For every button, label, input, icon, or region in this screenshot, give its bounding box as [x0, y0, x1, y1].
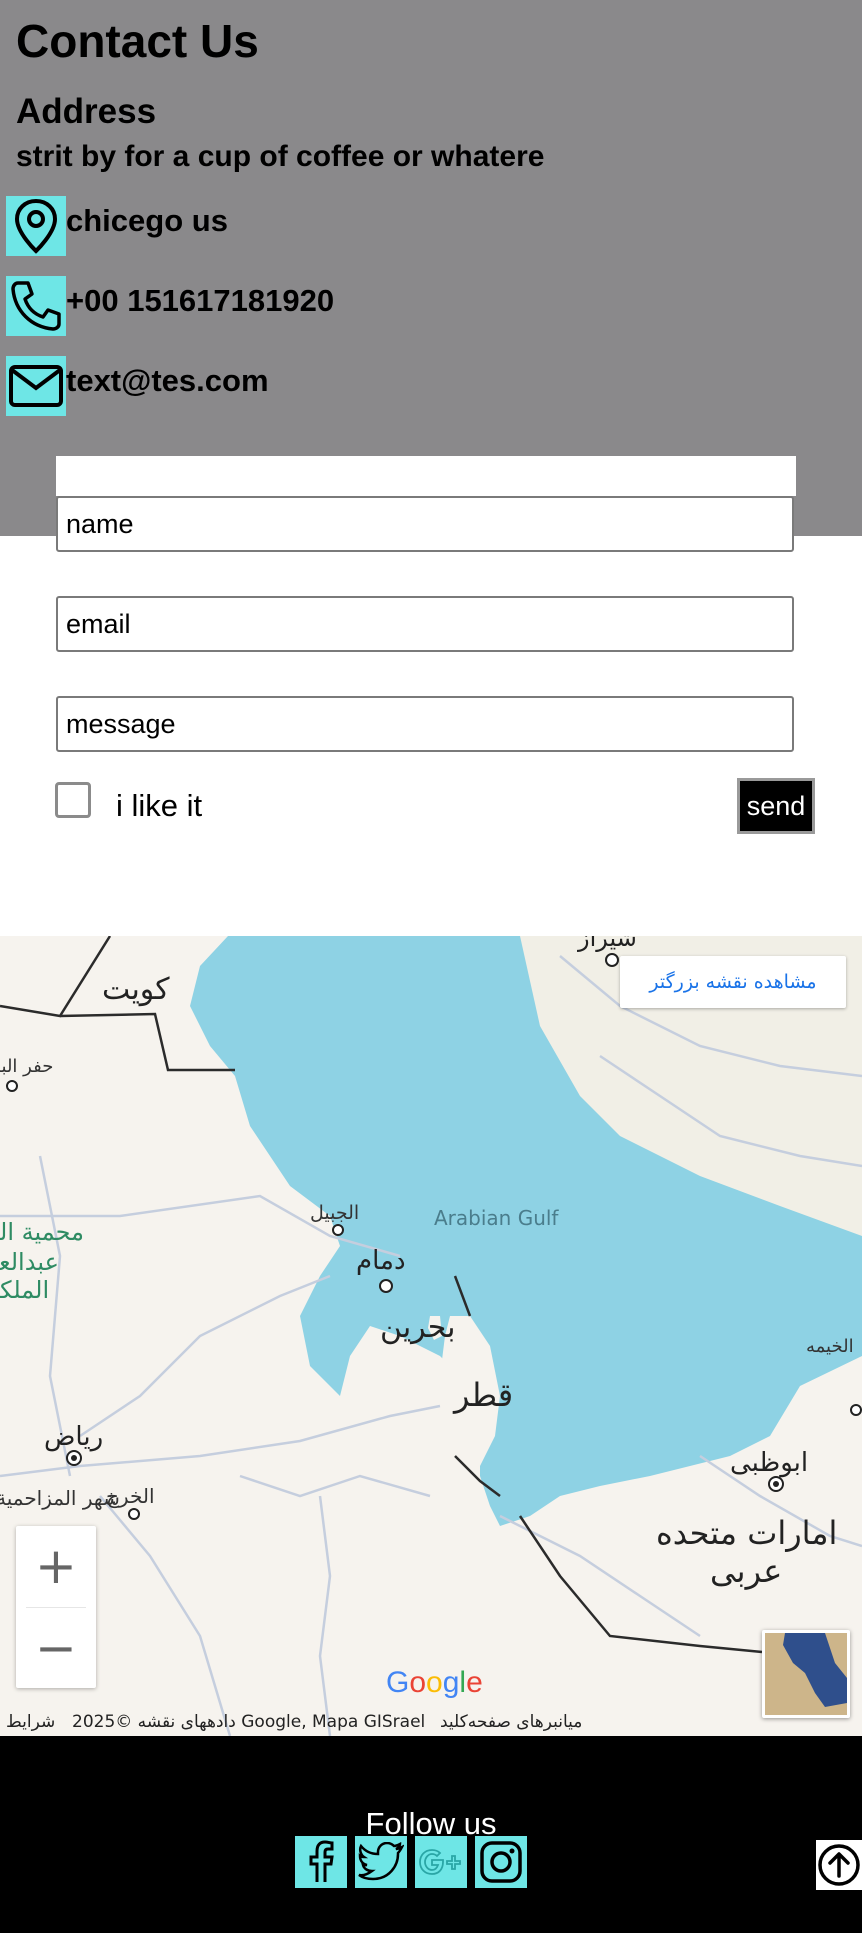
map-city-markers	[6, 953, 862, 1520]
contact-email-text: text@tes.com	[66, 363, 269, 398]
contact-location-text: chicego us	[66, 203, 228, 238]
contact-email: text@tes.com	[6, 356, 269, 416]
map-data-credit: دادههای نقشه ©2025 Google, Mapa GISrael	[72, 1712, 426, 1732]
footer: Follow us	[0, 1736, 862, 1933]
instagram-link[interactable]	[475, 1836, 527, 1888]
google-logo: Google	[386, 1666, 483, 1699]
contact-phone-text: +00 151617181920	[66, 283, 335, 318]
message-field[interactable]	[56, 696, 794, 752]
address-heading: Address	[16, 92, 157, 131]
map-terms-link[interactable]: شرایط	[6, 1712, 55, 1732]
page-title: Contact Us	[16, 15, 259, 67]
form-top-strip	[56, 456, 796, 496]
twitter-link[interactable]	[355, 1836, 407, 1888]
phone-icon	[6, 276, 66, 336]
keyboard-shortcuts-link[interactable]: میانبرهای صفحه‌کلید	[440, 1712, 582, 1732]
like-checkbox-label: i like it	[116, 788, 203, 823]
google-plus-link[interactable]	[415, 1836, 467, 1888]
twitter-icon	[358, 1842, 404, 1881]
back-to-top-button[interactable]	[816, 1840, 862, 1890]
send-button[interactable]: send	[737, 778, 815, 834]
contact-location: chicego us	[6, 196, 228, 256]
map-attribution: شرایط دادههای نقشه ©2025 Google, Mapa GI…	[0, 1712, 862, 1736]
name-field[interactable]	[56, 496, 794, 552]
zoom-in-button[interactable]: +	[16, 1526, 96, 1606]
satellite-thumbnail-icon	[765, 1633, 847, 1715]
facebook-link[interactable]	[295, 1836, 347, 1888]
arrow-up-circle-icon	[818, 1844, 860, 1886]
satellite-toggle-button[interactable]	[762, 1630, 850, 1718]
zoom-out-button[interactable]: −	[16, 1608, 96, 1688]
envelope-icon	[6, 356, 66, 416]
map-embed[interactable]: كويت شیراز حفر الباطن الجبیل Arabian Gul…	[0, 936, 862, 1736]
view-larger-map-link[interactable]: مشاهده نقشه بزرگتر	[620, 956, 846, 1008]
zoom-controls: + −	[16, 1526, 96, 1688]
facebook-icon	[309, 1840, 334, 1882]
location-pin-icon	[6, 196, 66, 256]
contact-header: Contact Us Address strit by for a cup of…	[0, 0, 862, 536]
instagram-icon	[480, 1841, 522, 1883]
google-plus-icon	[419, 1849, 461, 1875]
like-checkbox[interactable]	[55, 782, 91, 818]
contact-phone: +00 151617181920	[6, 276, 334, 336]
email-field[interactable]	[56, 596, 794, 652]
address-text: strit by for a cup of coffee or whatere	[16, 140, 545, 173]
